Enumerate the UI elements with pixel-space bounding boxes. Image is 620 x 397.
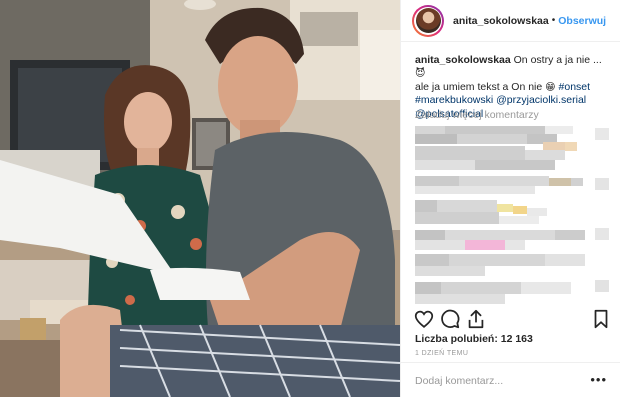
mention-przyjaciolki[interactable]: @przyjaciolki.serial [496,94,586,106]
caption-text-1: On ostry a ja nie ... [513,54,602,66]
grin-emoji: 😁 [545,81,556,93]
more-options-icon[interactable]: ••• [590,372,607,387]
photo-scene [0,0,400,397]
devil-emoji: 😈 [415,68,426,80]
follow-button[interactable]: Obserwuj [558,15,606,27]
comment-icon[interactable] [439,308,461,330]
bookmark-icon[interactable] [590,308,612,330]
post-header: anita_sokolowskaa • Obserwuj [401,0,620,42]
caption-text-2: ale ja umiem tekst a On nie [415,80,543,93]
caption-username[interactable]: anita_sokolowskaa [415,54,511,66]
profile-avatar[interactable] [412,4,444,37]
load-more-comments[interactable]: Załaduj więcej komentarzy [415,109,539,121]
heart-icon[interactable] [413,308,435,330]
hashtag-onset[interactable]: #onset [559,81,591,93]
add-comment-bar: Dodaj komentarz... ••• [401,362,620,397]
likes-count[interactable]: Liczba polubień: 12 163 [415,333,533,345]
share-icon[interactable] [465,308,487,330]
post-photo[interactable] [0,0,400,397]
header-username[interactable]: anita_sokolowskaa [453,15,549,27]
obscured-comments [415,124,618,306]
header-separator: • [551,15,556,26]
hashtag-marekbukowski[interactable]: #marekbukowski [415,94,493,106]
add-comment-input[interactable]: Dodaj komentarz... [415,375,503,387]
post-timestamp: 1 DZIEŃ TEMU [415,350,469,357]
action-bar [413,308,613,330]
post-sidebar: anita_sokolowskaa • Obserwuj anita_sokol… [400,0,620,397]
